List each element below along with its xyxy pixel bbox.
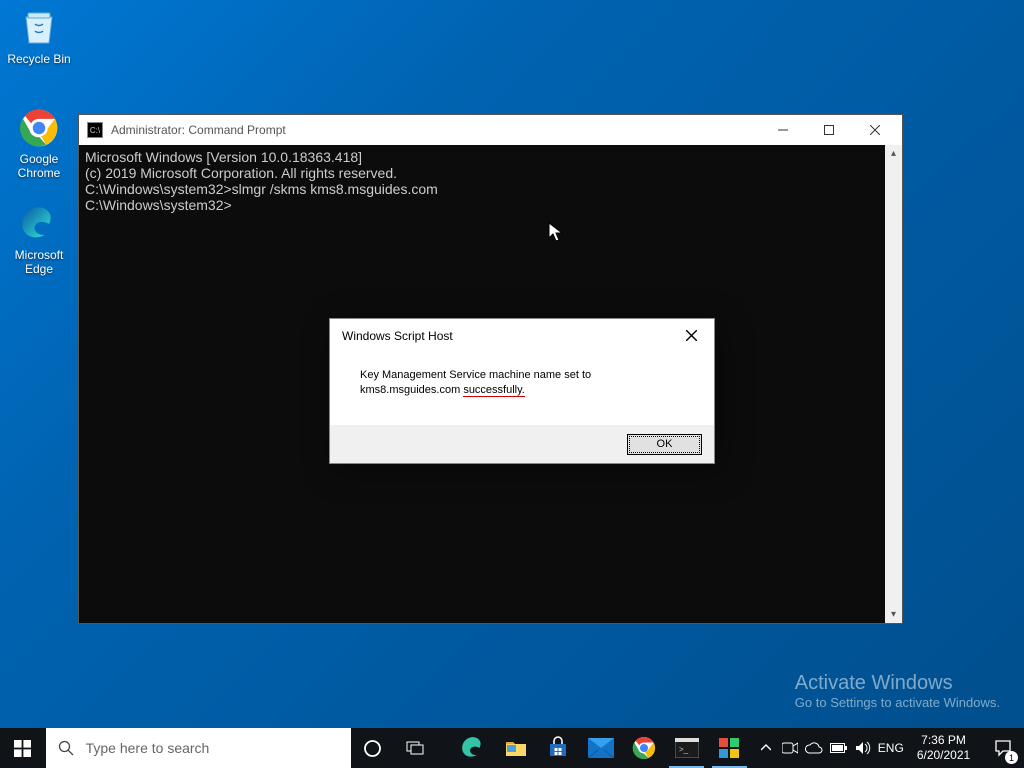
- taskbar-clock[interactable]: 7:36 PM 6/20/2021: [911, 733, 976, 763]
- action-center-button[interactable]: 1: [982, 728, 1024, 768]
- ok-button[interactable]: OK: [627, 434, 702, 455]
- windows-icon: [14, 740, 31, 757]
- terminal-line: C:\Windows\system32>slmgr /skms kms8.msg…: [85, 181, 896, 197]
- tray-overflow-button[interactable]: [757, 743, 775, 753]
- watermark-title: Activate Windows: [795, 672, 1000, 695]
- task-view-icon: [405, 740, 425, 756]
- search-icon: [58, 740, 74, 756]
- cortana-button[interactable]: [351, 728, 394, 768]
- taskbar-app-explorer[interactable]: [494, 728, 537, 768]
- desktop-icon-label: Recycle Bin: [7, 52, 70, 66]
- taskbar-app-kms[interactable]: [708, 728, 751, 768]
- store-icon: [546, 736, 570, 760]
- script-host-dialog: Windows Script Host Key Management Servi…: [329, 318, 715, 464]
- tray-power-icon[interactable]: [830, 742, 848, 754]
- scrollbar[interactable]: ▴ ▾: [885, 145, 902, 623]
- start-button[interactable]: [0, 728, 46, 768]
- tray-language[interactable]: ENG: [878, 741, 904, 755]
- minimize-button[interactable]: [760, 115, 806, 145]
- cortana-icon: [363, 739, 382, 758]
- dialog-footer: OK: [330, 425, 714, 463]
- recycle-bin-icon: [17, 6, 61, 50]
- taskbar-app-cmd[interactable]: >_: [665, 728, 708, 768]
- chrome-icon: [17, 106, 61, 150]
- watermark-subtitle: Go to Settings to activate Windows.: [795, 695, 1000, 710]
- cmd-icon: C:\: [87, 122, 103, 138]
- terminal-line: C:\Windows\system32>: [85, 197, 896, 213]
- dialog-close-button[interactable]: [676, 323, 706, 349]
- scroll-down-icon[interactable]: ▾: [885, 606, 902, 623]
- dialog-titlebar[interactable]: Windows Script Host: [330, 319, 714, 352]
- taskbar-app-store[interactable]: [537, 728, 580, 768]
- dialog-body: Key Management Service machine name set …: [330, 352, 714, 425]
- taskbar: Type here to search: [0, 728, 1024, 768]
- chevron-up-icon: [761, 743, 771, 753]
- activation-watermark: Activate Windows Go to Settings to activ…: [795, 672, 1000, 710]
- tray-meet-now-icon[interactable]: [782, 741, 798, 755]
- desktop-icon-label: Microsoft Edge: [2, 248, 76, 277]
- scroll-up-icon[interactable]: ▴: [885, 145, 902, 162]
- desktop-icon-recycle-bin[interactable]: Recycle Bin: [2, 6, 76, 66]
- tray-onedrive-icon[interactable]: [805, 742, 823, 754]
- task-view-button[interactable]: [394, 728, 437, 768]
- folder-icon: [504, 737, 528, 759]
- notification-badge: 1: [1005, 751, 1018, 764]
- terminal-line: (c) 2019 Microsoft Corporation. All righ…: [85, 165, 896, 181]
- taskbar-search[interactable]: Type here to search: [46, 728, 351, 768]
- taskbar-app-mail[interactable]: [580, 728, 623, 768]
- desktop-icon-label: Google Chrome: [2, 152, 76, 181]
- tray-volume-icon[interactable]: [855, 741, 871, 755]
- maximize-button[interactable]: [806, 115, 852, 145]
- window-title: Administrator: Command Prompt: [111, 123, 760, 137]
- search-placeholder: Type here to search: [86, 740, 210, 756]
- taskbar-app-edge[interactable]: [452, 728, 495, 768]
- edge-icon: [460, 735, 486, 761]
- desktop-icon-edge[interactable]: Microsoft Edge: [2, 202, 76, 277]
- chrome-icon: [632, 736, 656, 760]
- edge-icon: [17, 202, 61, 246]
- clock-date: 6/20/2021: [917, 748, 970, 763]
- system-tray: ENG 7:36 PM 6/20/2021: [751, 728, 982, 768]
- clock-time: 7:36 PM: [917, 733, 970, 748]
- mail-icon: [588, 738, 614, 758]
- dialog-title: Windows Script Host: [342, 329, 676, 343]
- cmd-icon: >_: [675, 738, 699, 758]
- taskbar-app-chrome[interactable]: [623, 728, 666, 768]
- desktop-icon-chrome[interactable]: Google Chrome: [2, 106, 76, 181]
- terminal-line: Microsoft Windows [Version 10.0.18363.41…: [85, 149, 896, 165]
- svg-text:>_: >_: [679, 745, 689, 754]
- dialog-message-emphasis: successfully.: [463, 384, 525, 397]
- close-button[interactable]: [852, 115, 898, 145]
- app-icon: [717, 736, 741, 760]
- window-titlebar[interactable]: C:\ Administrator: Command Prompt: [79, 115, 902, 145]
